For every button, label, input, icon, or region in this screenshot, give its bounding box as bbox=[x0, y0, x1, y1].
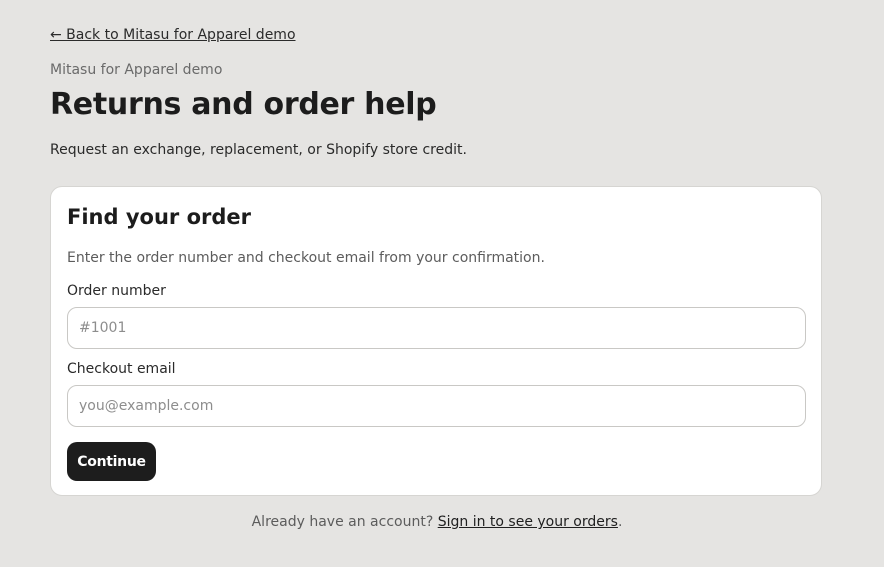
sign-in-link[interactable]: Sign in to see your orders bbox=[438, 514, 618, 530]
footer-period: . bbox=[617, 514, 623, 530]
continue-button[interactable]: Continue bbox=[67, 442, 156, 481]
checkout-email-input[interactable] bbox=[67, 385, 806, 427]
checkout-email-label: Checkout email bbox=[67, 361, 176, 377]
find-order-card: Find your order Enter the order number a… bbox=[50, 186, 822, 496]
order-number-label: Order number bbox=[67, 283, 166, 299]
card-title: Find your order bbox=[67, 205, 251, 229]
order-number-input[interactable] bbox=[67, 307, 806, 349]
back-to-store-link[interactable]: ← Back to Mitasu for Apparel demo bbox=[50, 27, 296, 43]
shop-name: Mitasu for Apparel demo bbox=[50, 62, 223, 78]
page-subtitle: Request an exchange, replacement, or Sho… bbox=[50, 142, 467, 158]
footer-text: Already have an account? bbox=[251, 514, 434, 530]
card-description: Enter the order number and checkout emai… bbox=[67, 250, 545, 266]
footer-signin-prompt: Already have an account? Sign in to see … bbox=[50, 514, 824, 530]
page-title: Returns and order help bbox=[50, 87, 437, 122]
